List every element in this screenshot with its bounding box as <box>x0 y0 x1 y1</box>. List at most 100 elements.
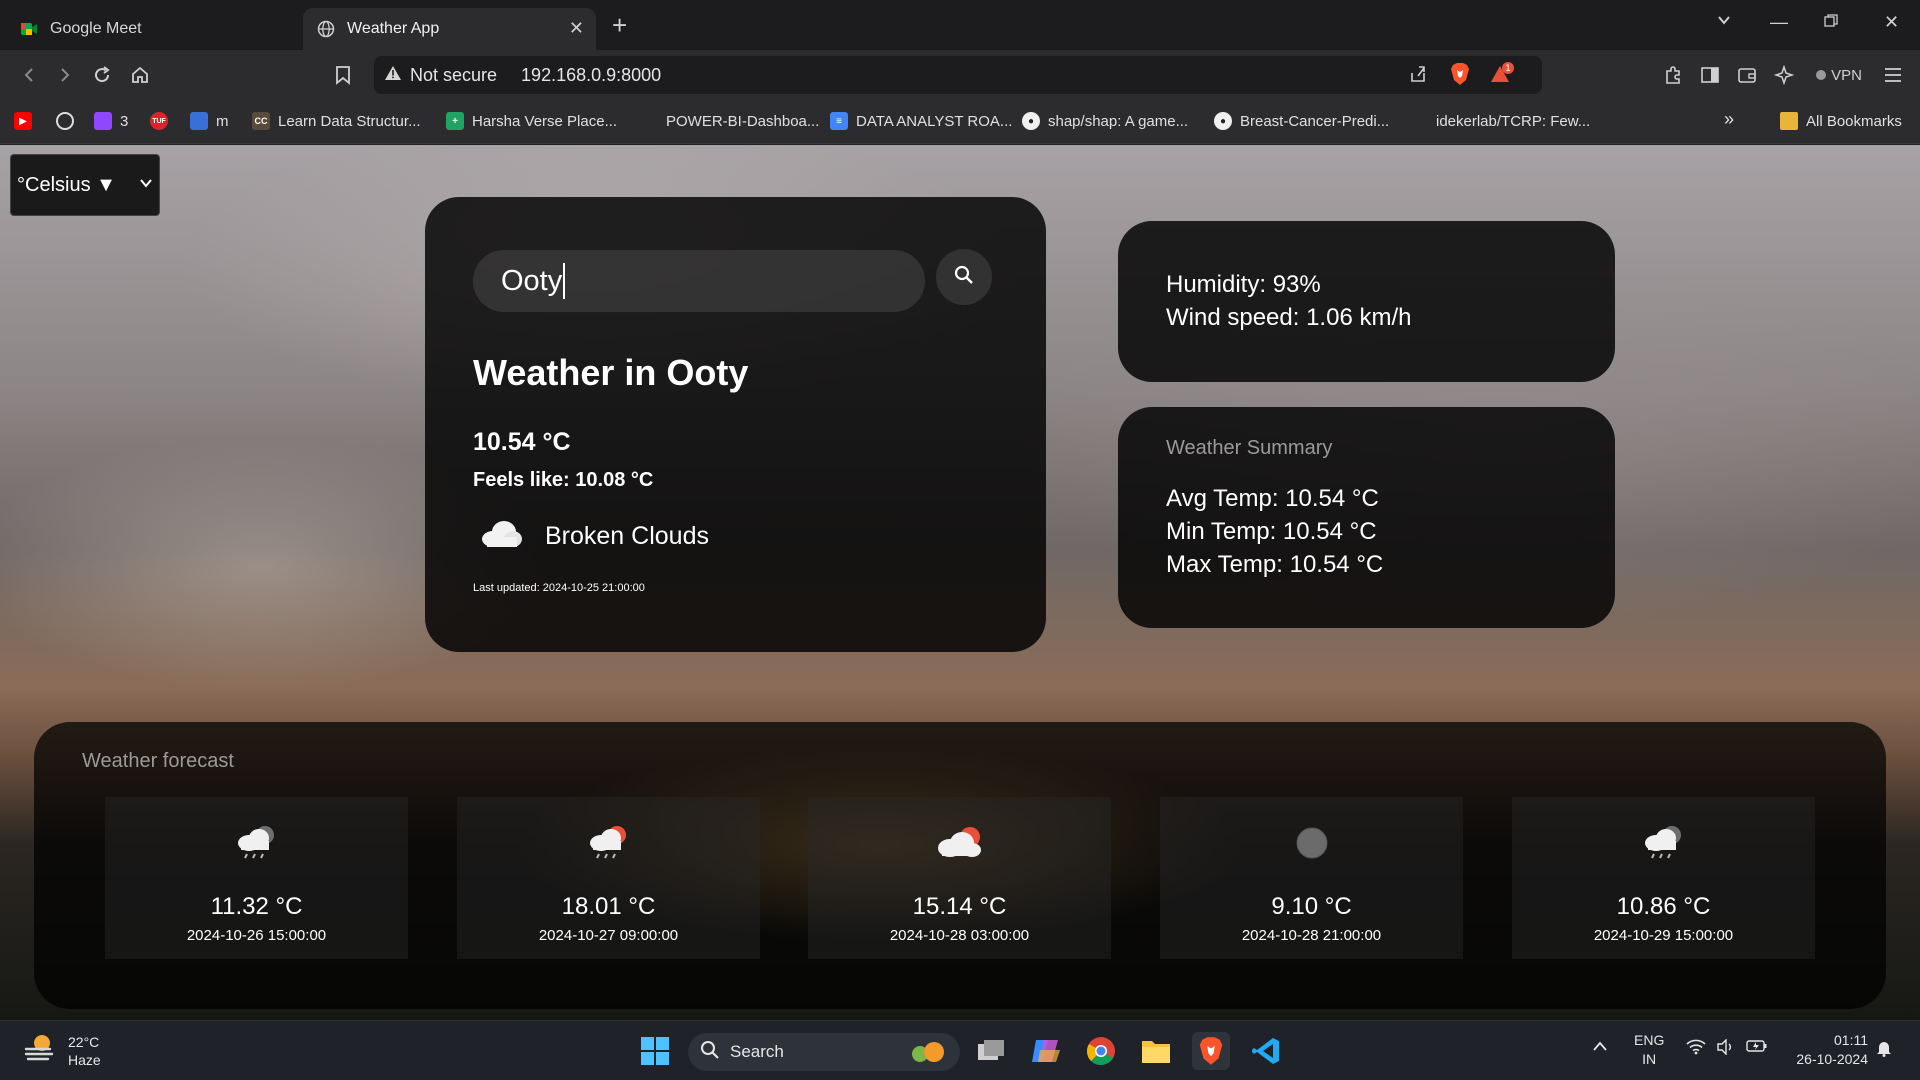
blank-page-icon <box>1410 112 1428 130</box>
github-icon: ● <box>1214 112 1232 130</box>
search-highlight-icon <box>908 1039 948 1070</box>
clock-time: 01:11 <box>1834 1032 1868 1048</box>
address-bar[interactable]: Not secure 192.168.0.9:8000 1 <box>374 56 1542 94</box>
chrome-icon[interactable] <box>1082 1032 1120 1070</box>
unit-select-value: °Celsius ▼ <box>17 173 116 196</box>
language-indicator[interactable]: ENG IN <box>1634 1031 1664 1069</box>
reload-icon[interactable] <box>89 62 115 88</box>
sidebar-icon[interactable] <box>1697 62 1723 88</box>
leo-ai-icon[interactable] <box>1771 62 1797 88</box>
blank-page-icon <box>640 112 658 130</box>
bookmark-tuf[interactable]: TUF <box>150 112 176 130</box>
bookmark-label: idekerlab/TCRP: Few... <box>1436 112 1591 130</box>
back-icon[interactable] <box>16 62 42 88</box>
taskbar-weather-desc: Haze <box>68 1051 101 1068</box>
bookmarks-overflow-button[interactable]: » <box>1724 109 1734 130</box>
all-bookmarks-button[interactable]: All Bookmarks <box>1780 112 1902 130</box>
wallet-icon[interactable] <box>1734 62 1760 88</box>
tab-search-chevron-icon[interactable] <box>1716 12 1732 33</box>
volume-icon[interactable] <box>1716 1038 1734 1059</box>
bookmark-tcrp[interactable]: idekerlab/TCRP: Few... <box>1410 112 1590 130</box>
close-tab-icon[interactable]: ✕ <box>569 18 584 39</box>
bookmark-data-analyst[interactable]: ≡ DATA ANALYST ROA... <box>830 112 1012 130</box>
bookmark-label: shap/shap: A game... <box>1048 112 1189 130</box>
forecast-date: 2024-10-29 15:00:00 <box>1593 927 1734 944</box>
tab-google-meet[interactable]: Google Meet <box>6 8 296 50</box>
unit-select[interactable]: °Celsius ▼ <box>10 154 160 216</box>
chevron-down-icon <box>139 175 153 191</box>
bookmark-chatgpt[interactable] <box>56 112 82 130</box>
bookmark-label: POWER-BI-Dashboa... <box>666 112 820 130</box>
start-button[interactable] <box>636 1032 674 1070</box>
forecast-item: 10.86 °C 2024-10-29 15:00:00 <box>1512 797 1815 959</box>
vscode-icon[interactable] <box>1247 1032 1285 1070</box>
bookmark-shap[interactable]: ● shap/shap: A game... <box>1022 112 1188 130</box>
system-clock[interactable]: 01:11 26-10-2024 <box>1778 1031 1868 1069</box>
humidity-value: Humidity: 93% <box>1166 271 1321 298</box>
tab-weather-app[interactable]: Weather App ✕ <box>303 8 596 50</box>
tab-strip: Google Meet Weather App ✕ + — ✕ <box>0 0 1920 50</box>
file-explorer-icon[interactable] <box>1137 1032 1175 1070</box>
haze-weather-icon <box>22 1031 56 1070</box>
tab-title: Google Meet <box>50 20 142 37</box>
forecast-temp: 9.10 °C <box>1271 893 1352 920</box>
search-icon <box>953 264 975 291</box>
bookmark-learn-ds[interactable]: CC Learn Data Structur... <box>252 112 421 130</box>
brave-shield-icon[interactable] <box>1450 62 1470 91</box>
forecast-item: 9.10 °C 2024-10-28 21:00:00 <box>1160 797 1463 959</box>
weather-forecast-panel: Weather forecast 11.32 °C 2024-10-26 15:… <box>34 722 1886 1009</box>
bookmark-breast-cancer[interactable]: ● Breast-Cancer-Predi... <box>1214 112 1389 130</box>
minimize-button[interactable]: — <box>1770 12 1788 33</box>
vpn-label: VPN <box>1831 66 1862 84</box>
search-input-value: Ooty <box>501 264 563 297</box>
current-temperature: 10.54 °C <box>473 428 571 456</box>
share-icon[interactable] <box>1408 64 1428 89</box>
max-temp: Max Temp: 10.54 °C <box>1166 551 1384 578</box>
search-icon <box>700 1040 720 1065</box>
bookmark-label: Breast-Cancer-Predi... <box>1240 112 1390 130</box>
bookmark-twitch[interactable]: 3 <box>94 112 128 130</box>
new-tab-button[interactable]: + <box>612 10 627 41</box>
twitch-icon <box>94 112 112 130</box>
forecast-date: 2024-10-28 03:00:00 <box>889 927 1030 944</box>
google-meet-icon <box>20 20 38 38</box>
security-label[interactable]: Not secure <box>410 65 497 86</box>
clock-date: 26-10-2024 <box>1796 1051 1868 1067</box>
taskbar-search[interactable]: Search <box>688 1033 960 1071</box>
weather-city-title: Weather in Ooty <box>473 352 749 393</box>
weather-summary-card: Weather Summary Avg Temp: 10.54 °C Min T… <box>1118 407 1615 628</box>
rewards-icon[interactable]: 1 <box>1490 60 1516 91</box>
bookmark-youtube[interactable]: ▶ <box>14 112 40 130</box>
windows-taskbar: 22°C Haze Search ENG IN 01:11 26-10-2024 <box>0 1020 1920 1080</box>
bookmark-harsha-verse[interactable]: + Harsha Verse Place... <box>446 112 617 130</box>
feels-like: Feels like: 10.08 °C <box>473 469 654 491</box>
battery-icon[interactable] <box>1746 1039 1768 1057</box>
menu-icon[interactable] <box>1880 62 1906 88</box>
show-hidden-icons-chevron[interactable] <box>1592 1039 1608 1056</box>
notification-bell-icon[interactable] <box>1876 1039 1892 1061</box>
vpn-button[interactable]: VPN <box>1812 62 1866 88</box>
close-window-button[interactable]: ✕ <box>1884 12 1899 33</box>
taskbar-weather-widget[interactable]: 22°C Haze <box>22 1031 101 1070</box>
copilot-icon[interactable] <box>1027 1032 1065 1070</box>
cloud-icon <box>479 519 523 554</box>
bookmark-powerbi[interactable]: POWER-BI-Dashboa... <box>640 112 819 130</box>
bookmark-icon[interactable] <box>330 62 356 88</box>
humidity-wind-card: Humidity: 93% Wind speed: 1.06 km/h <box>1118 221 1615 382</box>
task-view-icon[interactable] <box>972 1032 1010 1070</box>
brave-taskbar-icon[interactable] <box>1192 1032 1230 1070</box>
tab-title: Weather App <box>347 20 440 37</box>
bookmark-m[interactable]: m <box>190 112 229 130</box>
sun-cloud-icon <box>934 823 986 861</box>
restore-button[interactable] <box>1824 12 1838 33</box>
weather-app-page: °Celsius ▼ Ooty Weather in Ooty 10.54 °C… <box>0 145 1920 1020</box>
extensions-icon[interactable] <box>1660 62 1686 88</box>
home-icon[interactable] <box>127 62 153 88</box>
globe-icon <box>317 20 335 38</box>
url-text[interactable]: 192.168.0.9:8000 <box>521 65 661 86</box>
search-button[interactable] <box>936 249 992 305</box>
forward-icon[interactable] <box>52 62 78 88</box>
wifi-icon[interactable] <box>1686 1039 1706 1059</box>
navigation-bar: Not secure 192.168.0.9:8000 1 VPN <box>0 50 1920 100</box>
city-search-input[interactable]: Ooty <box>473 250 925 312</box>
